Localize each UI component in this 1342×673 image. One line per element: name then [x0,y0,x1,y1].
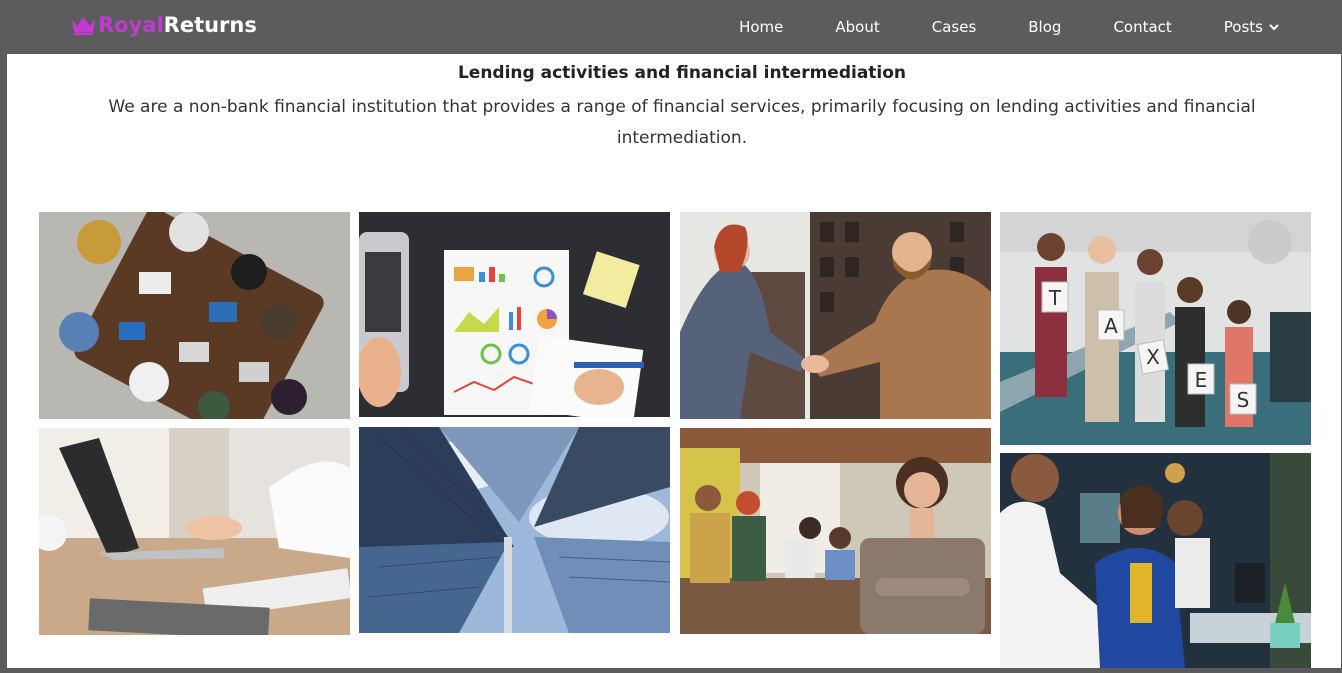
navbar: Royal Returns Home About Cases Blog Conta… [0,0,1342,54]
nav-link-cases[interactable]: Cases [932,18,977,36]
nav-links: Home About Cases Blog Contact Posts [687,0,1280,54]
tax-letter: S [1237,388,1250,412]
gallery-image-skyscrapers[interactable] [359,427,670,633]
brand-logo[interactable]: Royal Returns [71,13,257,37]
crown-icon [72,17,95,35]
brand-name-royal: Royal [98,13,164,37]
nav-link-posts-label: Posts [1223,18,1263,36]
gallery-image-financial-charts[interactable] [359,212,670,417]
tax-letter: X [1146,345,1160,369]
section-description: We are a non-bank financial institution … [108,97,1256,148]
chevron-down-icon [1269,24,1279,31]
section-title: Lending activities and financial interme… [457,63,907,83]
nav-link-home[interactable]: Home [739,18,783,36]
nav-dropdown-posts[interactable]: Posts [1224,18,1280,36]
gallery-image-team-meeting[interactable] [39,212,350,419]
page: Business Cases Lending activities and fi… [7,0,1341,668]
nav-link-contact[interactable]: Contact [1113,18,1171,36]
gallery-image-office-team[interactable] [680,428,991,634]
tax-letter: T [1048,286,1062,310]
tax-letter: E [1195,368,1208,392]
nav-link-blog[interactable]: Blog [1028,18,1061,36]
gallery-image-smiling-workers[interactable] [1000,453,1311,668]
tax-letter: A [1104,314,1118,338]
gallery-image-laptop-typing[interactable] [39,428,350,635]
gallery-image-handshake[interactable] [680,212,991,419]
nav-link-about[interactable]: About [835,18,879,36]
gallery-image-taxes[interactable]: T A X E S [1000,212,1311,445]
brand-name-returns: Returns [163,13,257,37]
